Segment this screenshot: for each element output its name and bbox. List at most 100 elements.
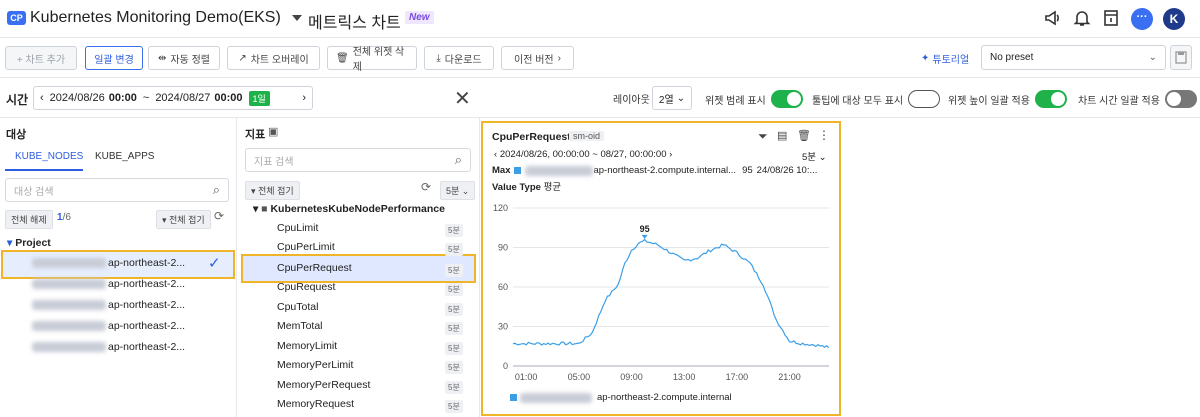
calendar-icon[interactable]: ▣ [268, 125, 278, 138]
target-node-4[interactable]: ap-northeast-2... [32, 320, 185, 332]
tutorial-link[interactable]: ✦ 튜토리얼 [921, 51, 969, 66]
new-badge: New [405, 11, 434, 24]
target-search-placeholder: 대상 검색 [14, 186, 54, 198]
time-sync-toggle[interactable] [1164, 90, 1197, 108]
metric-item[interactable]: MemTotal [277, 320, 323, 332]
x-tick-label: 01:00 [515, 372, 538, 382]
next-range-icon[interactable]: › [302, 92, 306, 104]
more-icon[interactable]: ⋮ [818, 128, 830, 142]
redacted-host [32, 342, 106, 352]
time-range-end: 2024/08/27 [155, 92, 211, 104]
legend-label: 위젯 범례 표시 [705, 95, 766, 107]
metric-interval-select[interactable]: 5분 ⌄ [440, 181, 476, 200]
auto-sort-button[interactable]: ⇹ 자동 정렬 [148, 46, 220, 70]
redacted-host [520, 392, 592, 403]
series-swatch [510, 394, 517, 401]
metric-item[interactable]: MemoryLimit [277, 340, 337, 352]
bulk-edit-button[interactable]: 일괄 변경 [85, 46, 143, 70]
chart-range[interactable]: ‹ 2024/08/26, 00:00:00 ~ 08/27, 00:00:00… [494, 149, 672, 160]
series-line [512, 238, 830, 349]
preset-select[interactable]: No preset ⌄ [981, 45, 1166, 70]
time-sync-option: 차트 시간 일괄 적용 [1078, 90, 1197, 108]
metric-item[interactable]: CpuPerLimit [277, 241, 335, 253]
redacted-host [32, 321, 106, 331]
chart-overlay-button[interactable]: ↗ 차트 오버레이 [227, 46, 320, 70]
download-icon: ⤓ [436, 52, 441, 64]
metric-item[interactable]: CpuTotal [277, 301, 318, 313]
prev-range-icon[interactable]: ‹ [40, 92, 44, 104]
height-toggle[interactable] [1034, 90, 1067, 108]
redacted-host [32, 279, 106, 289]
metric-item[interactable]: MemoryRequest [277, 398, 354, 410]
refresh-icon[interactable]: ⟳ [421, 180, 431, 194]
legend-toggle[interactable] [770, 90, 803, 108]
chart-interval-value: 5분 [802, 152, 817, 163]
chart-interval-select[interactable]: 5분 ⌄ [802, 149, 827, 163]
metric-search-placeholder: 지표 검색 [254, 156, 294, 168]
chart-tag: sm-oid [569, 131, 605, 141]
project-group[interactable]: ▾ Project [7, 237, 51, 249]
refresh-icon[interactable]: ⟳ [214, 209, 224, 223]
metric-item[interactable]: CpuLimit [277, 222, 318, 234]
max-value: 95 [742, 165, 753, 176]
metric-item[interactable]: CpuRequest [277, 281, 335, 293]
time-range-picker[interactable]: ‹ 2024/08/26 00:00 ~ 2024/08/27 00:00 1일… [33, 86, 313, 110]
cpu-line-chart[interactable]: 0 30 60 90 120 01:00 05:00 09:00 13:00 17:00 21:0… [486, 198, 836, 390]
y-ticks: 0 30 60 90 120 [493, 203, 508, 371]
trash-icon[interactable]: 🗑 [797, 129, 811, 142]
height-option: 위젯 높이 일괄 적용 [948, 90, 1067, 108]
time-label: 시간 [6, 93, 29, 107]
time-range-start-time: 00:00 [108, 92, 137, 104]
metric-item[interactable]: CpuPerRequest [277, 262, 352, 274]
series-swatch [514, 167, 522, 174]
bell-icon[interactable] [1072, 8, 1092, 28]
download-button[interactable]: ⤓ 다운로드 [424, 46, 494, 70]
delete-all-button[interactable]: 🗑 전체 위젯 삭제 [327, 46, 417, 73]
redacted-host [32, 258, 106, 268]
next-icon[interactable]: › [666, 149, 672, 160]
avatar[interactable]: K [1163, 8, 1185, 30]
chart-legend[interactable]: ap-northeast-2.compute.internal [510, 392, 732, 403]
tooltip-option: 툴팁에 대상 모두 표시 [812, 90, 941, 108]
target-count-total: /6 [62, 212, 71, 223]
docs-icon[interactable] [1101, 8, 1121, 28]
y-tick-label: 60 [498, 282, 508, 292]
metric-collapse-all-button[interactable]: ▾ 전체 접기 [245, 181, 300, 200]
target-node-1[interactable]: ap-northeast-2... [32, 257, 185, 269]
tooltip-toggle[interactable] [908, 90, 941, 108]
metric-interval-badge: 5분 [445, 243, 463, 256]
chevron-down-icon: ⌄ [1148, 52, 1157, 63]
chart-type-icon[interactable]: ▤ [777, 129, 787, 142]
caret-down-icon: ▾ [253, 203, 262, 215]
app-title[interactable]: Kubernetes Monitoring Demo(EKS) [30, 9, 281, 27]
caret-down-icon: ▾ [162, 215, 170, 225]
filter-icon[interactable]: ⏷ [758, 129, 768, 144]
chat-icon[interactable]: ··· [1131, 8, 1153, 30]
redacted-host [32, 300, 106, 310]
add-chart-button[interactable]: + 차트 추가 [5, 46, 77, 70]
target-node-5[interactable]: ap-northeast-2... [32, 341, 185, 353]
tooltip-label: 툴팁에 대상 모두 표시 [812, 95, 904, 107]
tab-kube-nodes[interactable]: KUBE_NODES [15, 151, 83, 162]
layout-select[interactable]: 2열 ⌄ [652, 86, 692, 110]
metric-item[interactable]: MemoryPerLimit [277, 359, 353, 371]
target-node-2[interactable]: ap-northeast-2... [32, 278, 185, 290]
metric-folder[interactable]: ▾ ■ KubernetesKubeNodePerformance [253, 203, 445, 215]
clear-all-button[interactable]: 전체 해제 [5, 210, 53, 229]
value-type-label: Value Type [492, 182, 541, 193]
peak-marker [641, 234, 648, 239]
target-node-3[interactable]: ap-northeast-2... [32, 299, 185, 311]
search-icon: ⌕ [212, 182, 220, 197]
close-icon[interactable]: ✕ [454, 86, 471, 111]
tab-kube-apps[interactable]: KUBE_APPS [95, 151, 154, 162]
target-search-input[interactable]: 대상 검색 ⌕ [5, 178, 229, 202]
max-row: Max ap-northeast-2.compute.internal... 9… [492, 165, 817, 176]
prev-version-button[interactable]: 이전 버전 › [501, 46, 574, 70]
metric-search-input[interactable]: 지표 검색 ⌕ [245, 148, 471, 172]
megaphone-icon[interactable] [1043, 8, 1063, 28]
metric-interval-badge: 5분 [445, 303, 463, 316]
collapse-all-button[interactable]: ▾ 전체 접기 [156, 210, 211, 229]
metric-item[interactable]: MemoryPerRequest [277, 379, 370, 391]
save-preset-button[interactable] [1170, 45, 1192, 70]
project-dropdown-icon[interactable] [292, 15, 302, 21]
